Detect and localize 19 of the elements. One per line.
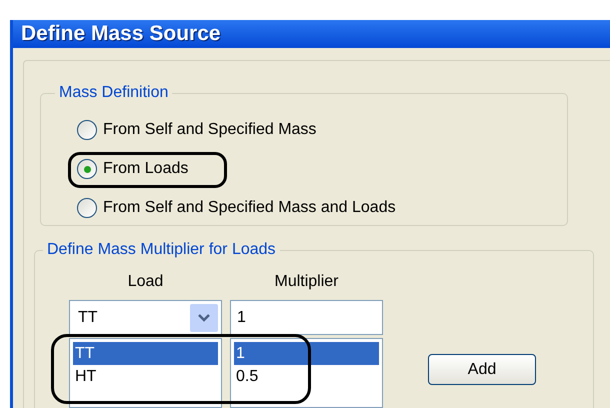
add-button[interactable]: Add — [428, 354, 536, 385]
radio-option[interactable]: From Self and Specified Mass — [77, 118, 316, 142]
chevron-icon[interactable] — [190, 304, 218, 332]
load-dropdown[interactable]: TT — [69, 300, 222, 335]
column-header: Load — [128, 272, 164, 292]
column-header: Multiplier — [274, 272, 338, 292]
list-item[interactable]: HT — [73, 365, 218, 388]
group-title: Mass Definition — [58, 83, 170, 103]
list-item[interactable]: 0.5 — [234, 365, 379, 388]
radio-button[interactable] — [77, 198, 97, 218]
radio-option[interactable]: From Loads — [77, 157, 188, 181]
list-item[interactable]: 1 — [234, 342, 379, 365]
group-title: Define Mass Multiplier for Loads — [46, 240, 277, 260]
multiplier-input[interactable]: 1 — [230, 300, 383, 335]
list-item[interactable]: TT — [73, 342, 218, 365]
window-title: Define Mass Source — [21, 21, 221, 48]
radio-option[interactable]: From Self and Specified Mass and Loads — [77, 196, 396, 220]
radio-button[interactable] — [77, 120, 97, 140]
radio-button[interactable] — [77, 159, 97, 179]
